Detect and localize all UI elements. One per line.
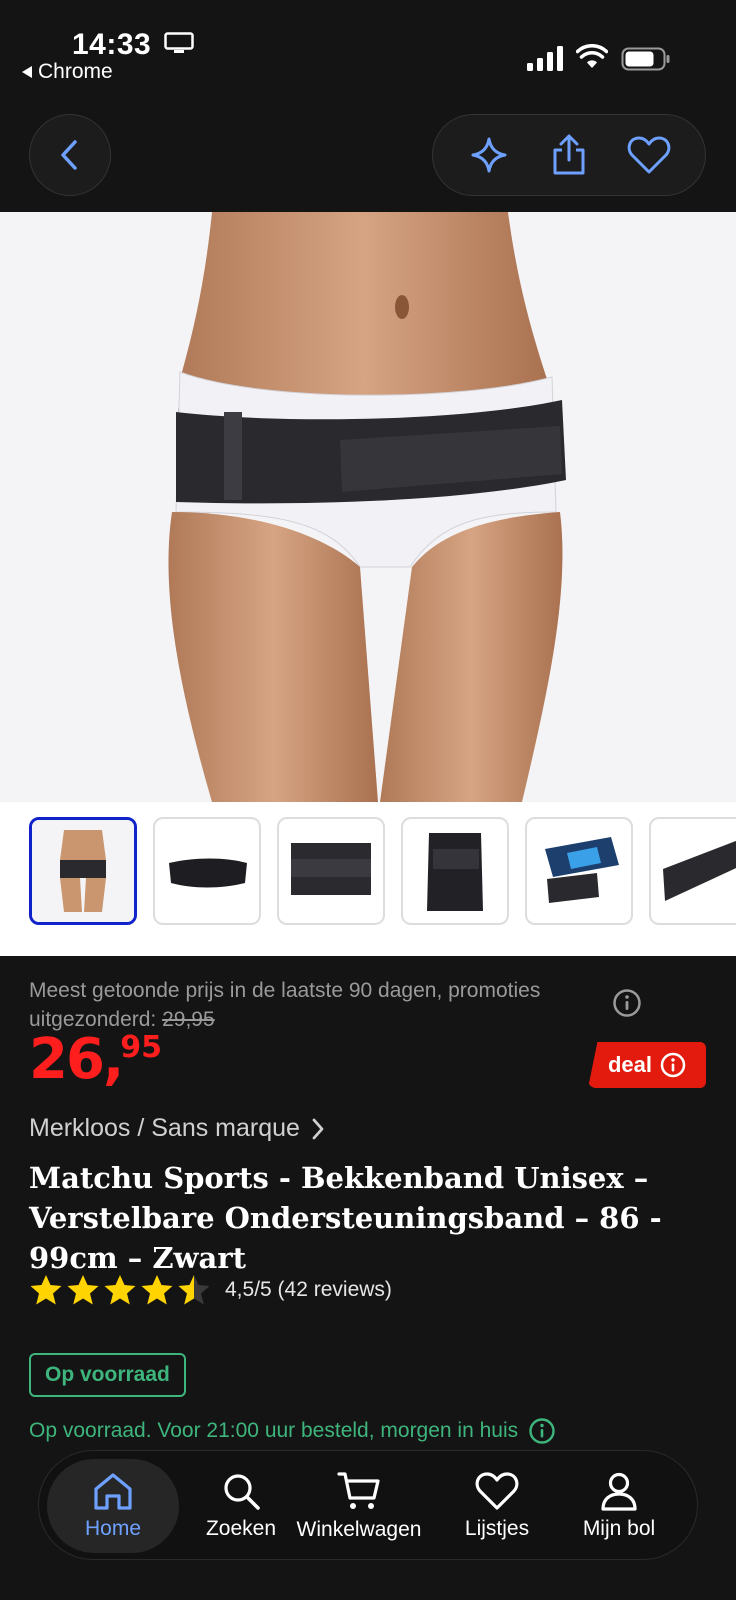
stock-badge: Op voorraad (29, 1353, 186, 1397)
half-star-icon (178, 1275, 210, 1305)
thumbnail-3[interactable] (277, 817, 385, 925)
bottom-tab-bar: Home Zoeken Winkelwagen Lijstjes Mijn bo… (38, 1450, 698, 1560)
back-app-label: Chrome (38, 60, 113, 83)
back-to-app-link[interactable]: Chrome (22, 60, 113, 84)
price-history-note: Meest getoonde prijs in de laatste 90 da… (29, 976, 609, 1034)
chevron-right-icon (312, 1118, 324, 1139)
home-icon (94, 1473, 132, 1510)
status-time: 14:33 (72, 28, 152, 61)
thumbnail-image (427, 833, 483, 911)
tab-label: Zoeken (205, 1517, 277, 1540)
share-button[interactable] (545, 131, 593, 179)
battery-icon (621, 47, 670, 71)
thumbnail-2[interactable] (153, 817, 261, 925)
thumbnail-image (663, 840, 736, 901)
star-icon (104, 1275, 136, 1305)
cellular-signal-icon (527, 46, 563, 71)
brand-label: Merkloos / Sans marque (29, 1114, 300, 1142)
rating-text: 4,5/5 (42 reviews) (225, 1278, 392, 1301)
product-main-image[interactable] (0, 212, 736, 802)
info-icon[interactable] (612, 988, 642, 1018)
star-icon (67, 1275, 99, 1305)
user-icon (601, 1472, 637, 1511)
back-triangle-icon (22, 66, 32, 78)
thumbnail-image (291, 843, 371, 895)
back-button[interactable] (29, 114, 111, 196)
product-title: Matchu Sports - Bekkenband Unisex – Vers… (29, 1161, 662, 1275)
screen-mirror-icon (164, 32, 194, 53)
wishlist-button[interactable] (625, 131, 673, 179)
search-icon (224, 1474, 260, 1510)
thumbnail-strip (0, 802, 736, 956)
tab-home[interactable]: Home (47, 1459, 179, 1553)
cart-icon (337, 1472, 380, 1509)
product-photo (0, 212, 736, 802)
star-icon (30, 1275, 62, 1305)
tab-lists[interactable]: Lijstjes (439, 1451, 555, 1561)
product-rating[interactable]: 4,5/5 (42 reviews) (29, 1274, 392, 1306)
current-price: 26 , 95 (29, 1032, 162, 1088)
delivery-text: Op voorraad. Voor 21:00 uur besteld, mor… (29, 1419, 519, 1442)
info-icon[interactable] (528, 1417, 556, 1445)
star-icon (141, 1275, 173, 1305)
old-price: 29,95 (162, 1008, 215, 1031)
thumbnail-1[interactable] (29, 817, 137, 925)
chevron-left-icon (61, 140, 77, 170)
top-navigation (0, 110, 736, 200)
thumbnail-5[interactable] (525, 817, 633, 925)
deal-label: deal (607, 1052, 653, 1077)
tab-label: Mijn bol (582, 1517, 656, 1540)
price-note-text: Meest getoonde prijs in de laatste 90 da… (29, 979, 541, 1031)
tab-label: Lijstjes (464, 1517, 530, 1540)
thumbnail-4[interactable] (401, 817, 509, 925)
tab-cart[interactable]: Winkelwagen (287, 1451, 431, 1561)
tab-label: Winkelwagen (296, 1518, 422, 1541)
rating-stars (29, 1274, 211, 1306)
product-actions (432, 114, 706, 196)
tab-account[interactable]: Mijn bol (555, 1451, 683, 1561)
thumbnail-image (32, 820, 134, 922)
sparkle-icon (471, 137, 507, 173)
thumbnail-image (545, 837, 619, 903)
tab-search[interactable]: Zoeken (179, 1451, 303, 1561)
ai-assistant-button[interactable] (465, 131, 513, 179)
heart-icon (475, 1472, 519, 1510)
thumbnail-image (169, 858, 247, 888)
share-icon (553, 134, 585, 175)
wifi-icon (576, 44, 608, 68)
status-bar: 14:33 Chrome (0, 0, 736, 100)
brand-link[interactable]: Merkloos / Sans marque (29, 1114, 326, 1143)
tab-label: Home (84, 1517, 142, 1540)
price-cents: 95 (120, 1030, 162, 1065)
heart-icon (627, 136, 671, 174)
thumbnail-6[interactable] (649, 817, 736, 925)
delivery-info: Op voorraad. Voor 21:00 uur besteld, mor… (29, 1417, 556, 1445)
price-integer: 26 (29, 1027, 105, 1092)
deal-badge[interactable]: deal (588, 1042, 706, 1088)
info-icon (660, 1052, 686, 1078)
